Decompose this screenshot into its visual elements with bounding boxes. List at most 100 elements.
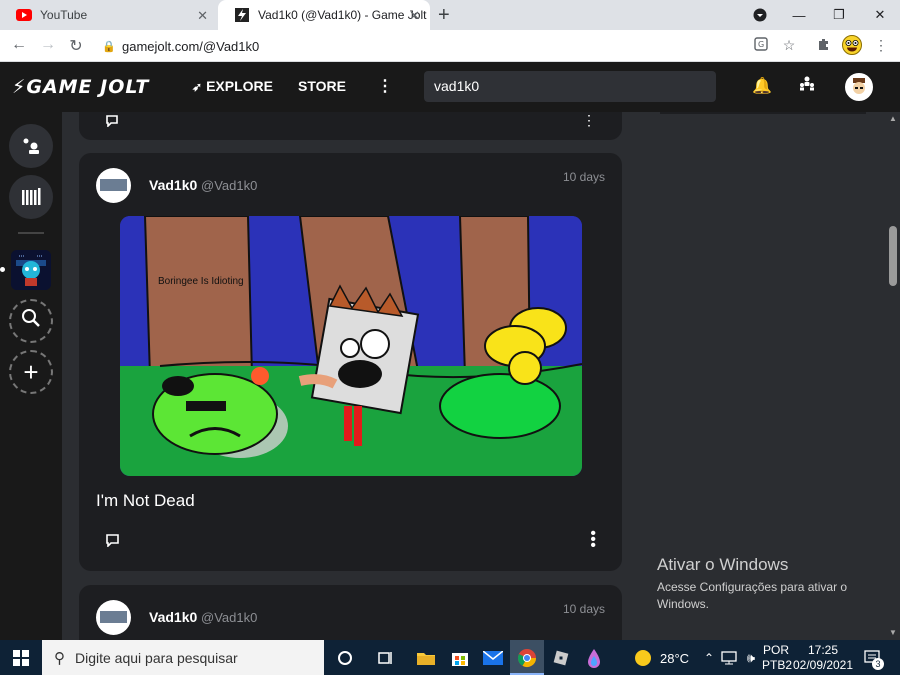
- tab-search-icon[interactable]: [740, 0, 780, 30]
- friends-icon[interactable]: [798, 76, 816, 97]
- page-scrollbar[interactable]: ▲ ▼: [886, 112, 900, 640]
- user-avatar[interactable]: [845, 73, 873, 101]
- logo-text: GAME JOLT: [26, 76, 150, 98]
- tab-youtube[interactable]: YouTube ✕: [0, 0, 218, 30]
- more-menu-icon[interactable]: ⋮: [377, 76, 393, 96]
- bookmark-star-icon[interactable]: ☆: [780, 37, 798, 54]
- sidebar-library-button[interactable]: [9, 175, 53, 219]
- tab-title: YouTube: [40, 8, 88, 22]
- search-icon: ⚲: [54, 649, 65, 667]
- sidebar-divider: [18, 232, 44, 234]
- post-image[interactable]: Boringee Is Idioting: [120, 216, 582, 476]
- sidebar-add-button[interactable]: +: [9, 350, 53, 394]
- browser-menu-icon[interactable]: ⋮: [872, 37, 890, 54]
- post-author-handle[interactable]: @Vad1k0: [201, 178, 257, 193]
- mail-icon[interactable]: [482, 647, 504, 669]
- weather-temperature[interactable]: 28°C: [660, 651, 689, 666]
- post-author-name[interactable]: Vad1k0: [149, 177, 197, 193]
- roblox-icon[interactable]: [550, 647, 572, 669]
- windows-activation-watermark: Ativar o Windows Acesse Configurações pa…: [657, 555, 872, 613]
- post-timestamp[interactable]: 10 days: [563, 170, 605, 184]
- close-icon[interactable]: ✕: [409, 8, 420, 24]
- svg-text:G: G: [758, 40, 764, 49]
- file-explorer-icon[interactable]: [415, 647, 437, 669]
- paint-app-icon[interactable]: [583, 647, 605, 669]
- post-card: Vad1k0 @Vad1k0 10 days: [79, 153, 622, 571]
- tab-gamejolt[interactable]: Vad1k0 (@Vad1k0) - Game Jolt ✕: [218, 0, 430, 30]
- post-options-icon[interactable]: • • •: [590, 526, 596, 554]
- profile-avatar-icon[interactable]: [842, 35, 862, 58]
- browser-tab-bar: YouTube ✕ Vad1k0 (@Vad1k0) - Game Jolt ✕…: [0, 0, 900, 30]
- clock-time: 17:25: [807, 643, 839, 657]
- post-card: ⋮: [79, 112, 622, 140]
- chevron-up-icon[interactable]: ⌃: [698, 647, 720, 669]
- taskbar-search-input[interactable]: ⚲ Digite aqui para pesquisar: [42, 640, 324, 675]
- weather-sun-icon: [632, 647, 654, 669]
- language-code: POR: [762, 643, 789, 657]
- search-input[interactable]: vad1k0: [424, 71, 716, 102]
- scrollbar-thumb[interactable]: [889, 226, 897, 286]
- cortana-icon[interactable]: [334, 647, 356, 669]
- watermark-title: Ativar o Windows: [657, 555, 789, 574]
- back-icon[interactable]: ←: [9, 36, 29, 54]
- scroll-down-icon[interactable]: ▼: [889, 628, 897, 637]
- clock[interactable]: 17:25 02/09/2021: [792, 643, 854, 673]
- task-view-icon[interactable]: [375, 647, 397, 669]
- extensions-icon[interactable]: [815, 37, 833, 54]
- notification-count-badge: 3: [872, 658, 884, 670]
- translate-icon[interactable]: G: [752, 37, 770, 54]
- gamejolt-logo[interactable]: ⚡GAME JOLT: [12, 76, 149, 98]
- post-timestamp[interactable]: 10 days: [563, 602, 605, 616]
- youtube-icon: [16, 7, 32, 23]
- site-header: ⚡GAME JOLT ➶ EXPLORE STORE ⋮ vad1k0 🔔: [0, 62, 900, 112]
- keyboard-layout: PTB2: [762, 658, 793, 672]
- volume-icon[interactable]: 🕪: [740, 647, 762, 669]
- store-link[interactable]: STORE: [298, 78, 346, 94]
- right-panel-divider: [660, 112, 866, 114]
- scroll-up-icon[interactable]: ▲: [889, 114, 897, 123]
- post-author-handle[interactable]: @Vad1k0: [201, 610, 257, 625]
- restore-icon[interactable]: ❐: [819, 0, 859, 30]
- url-text: gamejolt.com/@Vad1k0: [122, 38, 260, 54]
- reload-icon[interactable]: ↻: [66, 36, 86, 56]
- post-title[interactable]: I'm Not Dead: [96, 491, 195, 511]
- post-options-icon[interactable]: ⋮: [582, 112, 596, 129]
- notifications-bell-icon[interactable]: 🔔: [752, 76, 772, 96]
- windows-start-icon[interactable]: [13, 650, 29, 671]
- comment-icon[interactable]: [105, 114, 119, 130]
- minimize-icon[interactable]: —: [779, 0, 819, 30]
- clock-date: 02/09/2021: [792, 658, 854, 672]
- community-avatar-icon: [11, 250, 51, 290]
- bolt-icon: ⚡: [12, 76, 27, 98]
- tab-title: Vad1k0 (@Vad1k0) - Game Jolt: [258, 8, 427, 22]
- network-icon[interactable]: [718, 647, 740, 669]
- explore-link[interactable]: ➶ EXPLORE: [192, 78, 273, 94]
- url-bar[interactable]: 🔒 gamejolt.com/@Vad1k0: [96, 33, 816, 59]
- chrome-icon[interactable]: [516, 647, 538, 669]
- input-language[interactable]: POR PTB2: [762, 643, 793, 673]
- close-icon[interactable]: ✕: [197, 8, 208, 24]
- explore-label: EXPLORE: [206, 78, 273, 94]
- explore-icon: ➶: [192, 80, 203, 94]
- new-tab-icon[interactable]: +: [438, 4, 450, 27]
- lock-icon[interactable]: 🔒: [102, 40, 116, 53]
- plus-icon: +: [23, 357, 39, 387]
- user-node-icon: [23, 138, 39, 154]
- post-author-name[interactable]: Vad1k0: [149, 609, 197, 625]
- forward-icon[interactable]: →: [38, 36, 58, 54]
- left-sidebar: +: [0, 112, 62, 640]
- comment-icon[interactable]: [105, 533, 120, 550]
- library-icon: [22, 188, 41, 205]
- store-icon[interactable]: [449, 647, 471, 669]
- main-feed: ⋮ Vad1k0 @Vad1k0 10 days Boringee Is Idi…: [62, 112, 886, 640]
- sidebar-search-button[interactable]: [9, 299, 53, 343]
- sidebar-home-button[interactable]: [9, 124, 53, 168]
- gamejolt-favicon-icon: [234, 7, 250, 23]
- post-author-avatar[interactable]: [96, 168, 131, 203]
- active-indicator: [0, 267, 5, 272]
- taskbar-search-placeholder: Digite aqui para pesquisar: [75, 649, 238, 666]
- post-card: Vad1k0 @Vad1k0 10 days: [79, 585, 622, 640]
- sidebar-community-button[interactable]: [11, 250, 51, 290]
- window-close-icon[interactable]: ✕: [860, 0, 900, 30]
- post-author-avatar[interactable]: [96, 600, 131, 635]
